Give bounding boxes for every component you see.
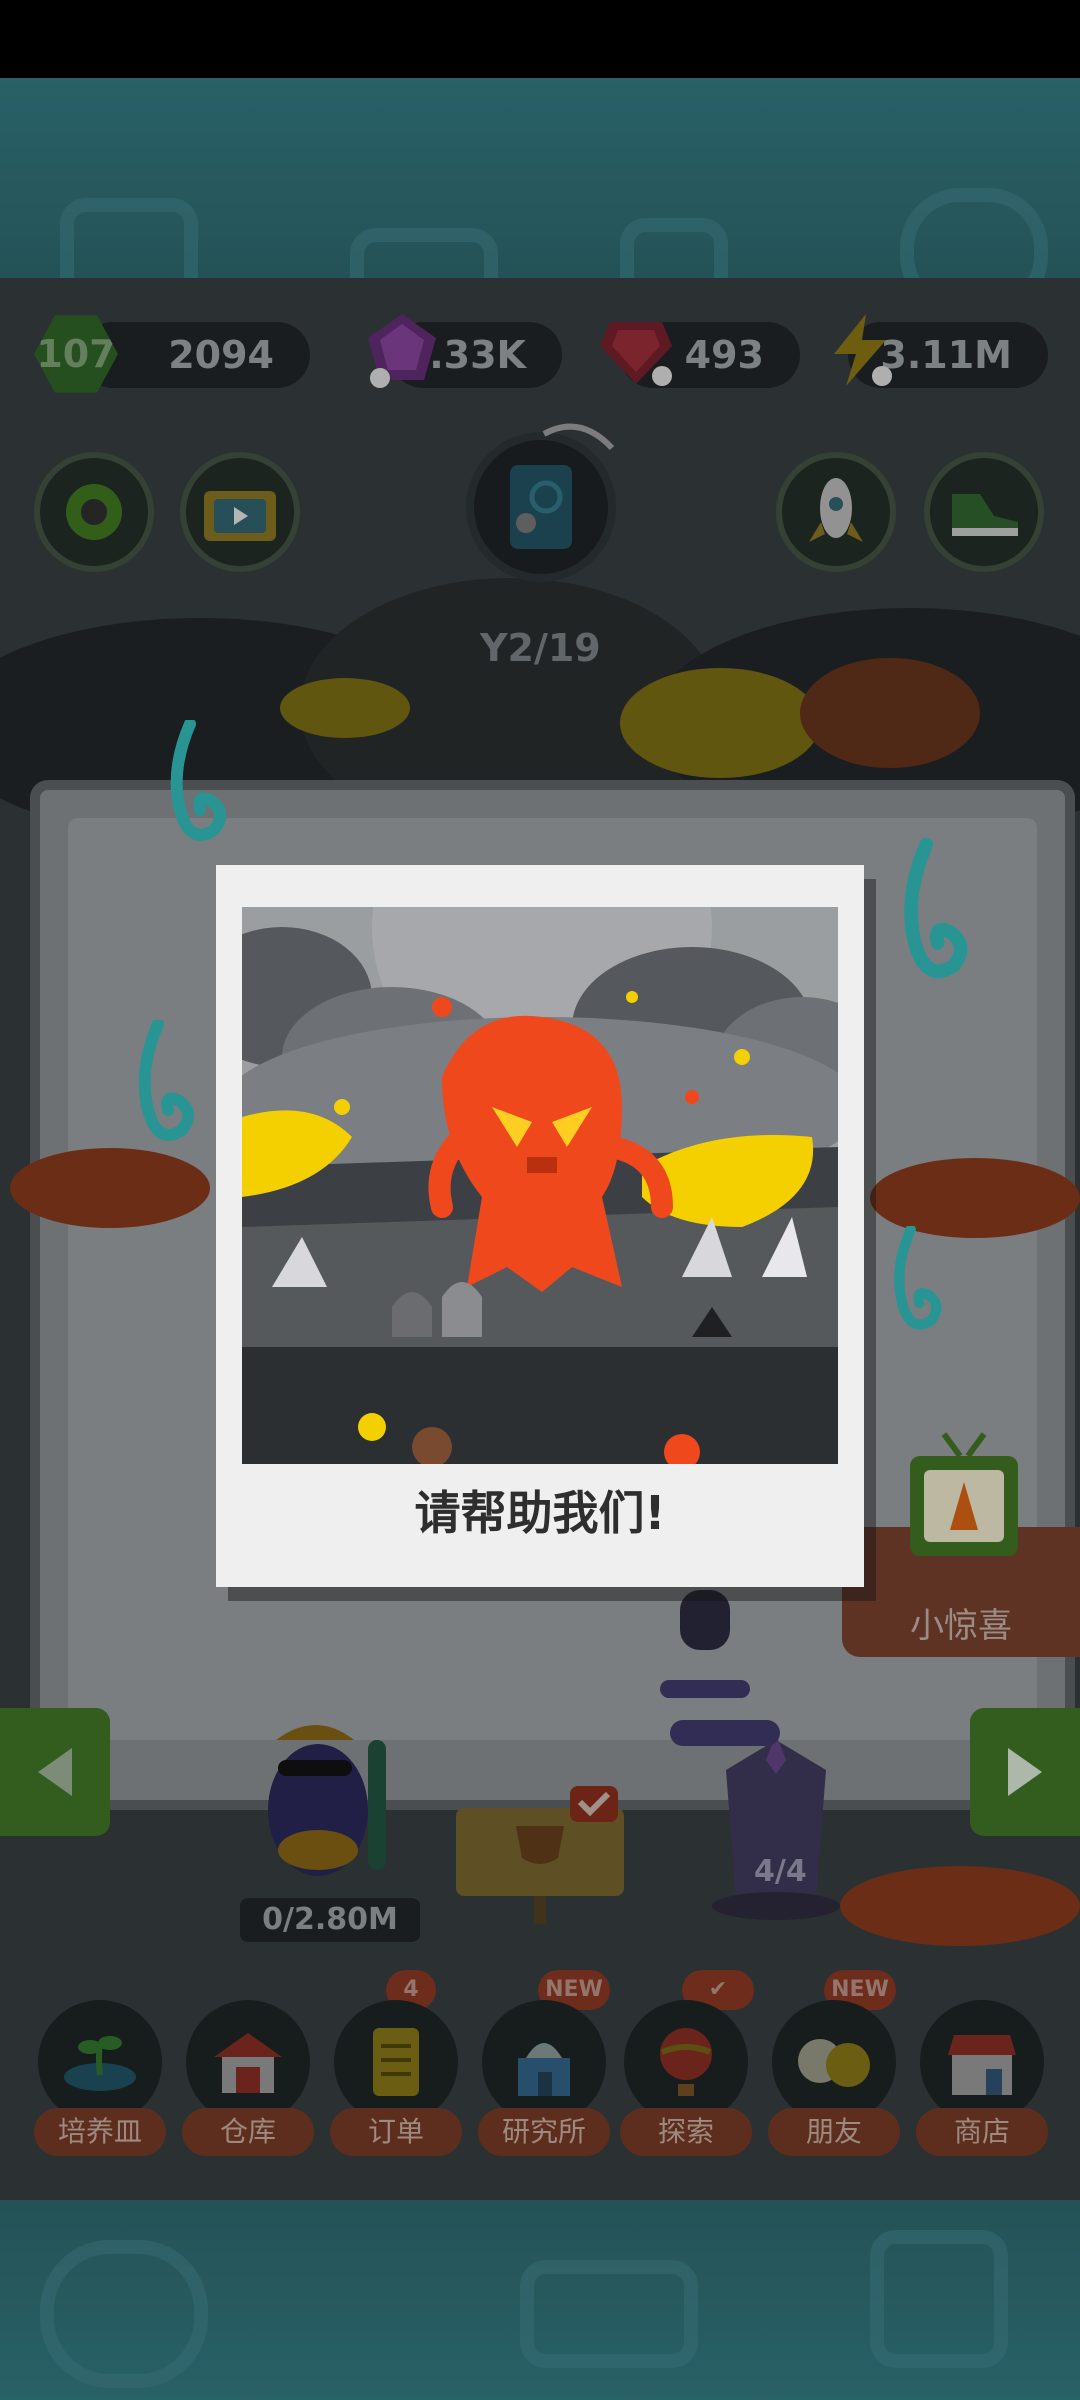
lava-pool	[620, 668, 820, 778]
sneaker-button[interactable]	[924, 452, 1044, 572]
red-gem-icon	[600, 322, 672, 386]
book-icon	[510, 465, 572, 549]
progress-arc	[542, 423, 615, 451]
red-gem-value: 493	[684, 333, 764, 377]
previous-planet-button[interactable]	[0, 1708, 110, 1836]
nav-label: 朋友	[768, 2108, 900, 2156]
slots-value: 4/4	[754, 1854, 807, 1889]
level-value: 107	[36, 332, 116, 376]
gear-icon	[66, 484, 122, 540]
spirit-icon[interactable]	[128, 1020, 198, 1160]
warehouse-icon	[182, 2000, 314, 2124]
album-progress-value: 2/19	[507, 626, 601, 670]
trophy-sign[interactable]	[454, 1786, 626, 1926]
bg-pattern	[520, 2260, 698, 2368]
lava-pool	[280, 678, 410, 738]
lava-rim	[10, 1148, 210, 1228]
top-background	[0, 78, 1080, 336]
nav-label: 订单	[330, 2108, 462, 2156]
order-scroll-icon	[330, 2000, 462, 2124]
dark-tower	[660, 1590, 780, 1746]
arrow-right-icon	[1008, 1748, 1042, 1796]
settings-button[interactable]	[34, 452, 154, 572]
arrow-left-icon	[38, 1748, 72, 1796]
dna-value: 2094	[168, 333, 274, 377]
balloon-icon	[620, 2000, 752, 2124]
spirit-icon[interactable]	[160, 720, 230, 850]
nav-label: 仓库	[182, 2108, 314, 2156]
next-planet-button[interactable]	[970, 1708, 1080, 1836]
lab-icon	[478, 2000, 610, 2124]
surfer-creature[interactable]	[256, 1700, 396, 1880]
nav-explore[interactable]: ✔ 探索	[620, 1970, 754, 2160]
petri-dish-icon	[34, 2000, 166, 2124]
spirit-icon[interactable]	[884, 1226, 946, 1346]
nav-research[interactable]: NEW 研究所	[478, 1970, 610, 2160]
status-bar	[0, 0, 1080, 78]
nav-label: 探索	[620, 2108, 752, 2156]
lava-pool	[800, 658, 980, 768]
nav-label: 商店	[916, 2108, 1048, 2156]
nav-orders[interactable]: 4 订单	[330, 1970, 462, 2160]
lightning-icon	[834, 314, 892, 386]
nav-label: 培养皿	[34, 2108, 166, 2156]
bg-pattern	[870, 2230, 1008, 2368]
game-screen: 2094 107 9.33K 493 3.11M Y2/19 0/2.80M 4…	[0, 0, 1080, 2400]
album-progress: Y2/19	[480, 626, 620, 670]
album-book-button[interactable]	[466, 432, 616, 582]
capacity-label: 0/2.80M	[240, 1898, 420, 1942]
nav-friends[interactable]: NEW 朋友	[768, 1970, 900, 2160]
bottom-background	[0, 2200, 1080, 2400]
rocket-button[interactable]	[776, 452, 896, 572]
shop-icon	[916, 2000, 1048, 2124]
nav-warehouse[interactable]: 仓库	[182, 2000, 314, 2160]
purple-gem-icon	[368, 314, 436, 388]
energy-value: 3.11M	[880, 333, 1012, 377]
sneaker-icon	[952, 494, 1018, 536]
slots-label: 4/4	[754, 1854, 807, 1889]
tv-gift-icon[interactable]	[904, 1430, 1024, 1580]
sprout-icon: Y	[480, 626, 508, 670]
bg-pattern	[40, 2240, 208, 2388]
video-reward-button[interactable]	[180, 452, 300, 572]
nav-petri-dish[interactable]: 培养皿	[34, 2000, 166, 2160]
friends-icon	[768, 2000, 900, 2124]
fire-monster-illustration	[242, 907, 838, 1464]
nav-shop[interactable]: 商店	[916, 2000, 1048, 2160]
lava-rim	[840, 1866, 1080, 1946]
nav-label: 研究所	[478, 2108, 610, 2156]
surprise-label[interactable]: 小惊喜	[910, 1598, 1012, 1647]
rocket-icon	[809, 478, 863, 542]
tv-icon	[204, 491, 276, 541]
capacity-value: 0/2.80M	[262, 1902, 398, 1937]
help-popup-card[interactable]: 请帮助我们!	[216, 865, 864, 1587]
spirit-icon[interactable]	[892, 830, 972, 1010]
help-message: 请帮助我们!	[414, 1486, 666, 1540]
